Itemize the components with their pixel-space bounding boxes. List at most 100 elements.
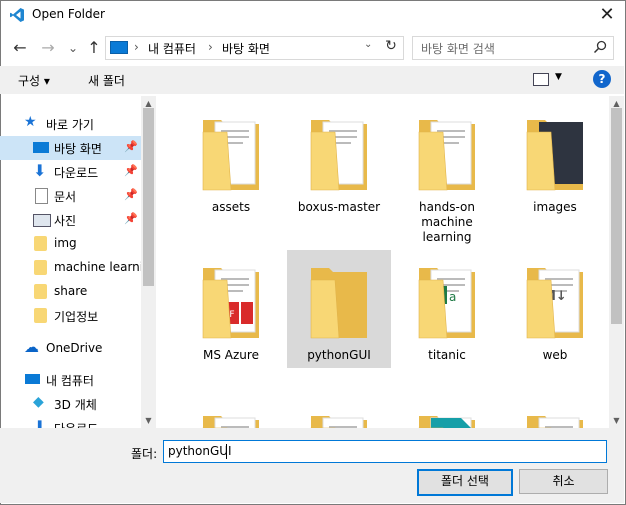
folder-item-label: hands-on machine learning xyxy=(419,200,475,244)
sidebar-item-label: 문서 xyxy=(54,190,77,204)
folder-icon xyxy=(202,120,259,191)
folder-name-input[interactable]: pythonGUI xyxy=(163,440,607,463)
folder-icon: a xyxy=(418,268,475,339)
pictures-icon xyxy=(33,214,51,227)
folder-item[interactable]: M↓ web xyxy=(503,250,607,368)
sidebar-item-3d-objects[interactable]: ◆ 3D 개체 xyxy=(0,392,141,416)
folder-item-label: web xyxy=(542,348,568,362)
up-button[interactable]: ↑ xyxy=(84,38,104,58)
folder-item[interactable]: PDF MS Azure xyxy=(179,250,283,368)
sidebar-item-pc-downloads[interactable]: ⬇ 다운로드 xyxy=(0,416,141,428)
folder-item[interactable]: Poin xyxy=(395,398,499,428)
folder-icon xyxy=(310,120,367,191)
folder-item[interactable]: boxus-master xyxy=(287,102,391,220)
back-button[interactable]: ← xyxy=(10,38,30,58)
computer-icon xyxy=(110,41,128,54)
view-options-icon[interactable] xyxy=(533,73,549,86)
sidebar-item-img[interactable]: img xyxy=(0,232,141,256)
folder-icon xyxy=(526,120,583,191)
folder-item-label: boxus-master xyxy=(297,200,381,214)
sidebar-item-label: 내 컴퓨터 xyxy=(46,374,94,388)
pin-icon[interactable]: 📌 xyxy=(124,188,138,201)
forward-button[interactable]: → xyxy=(38,38,58,58)
scroll-down-icon[interactable]: ▼ xyxy=(609,416,624,425)
folder-icon: M↓ xyxy=(526,268,583,339)
address-separator: › xyxy=(134,40,139,54)
content-scroll-thumb[interactable] xyxy=(611,108,622,324)
folder-icon xyxy=(34,284,47,299)
folder-icon xyxy=(34,236,47,251)
folder-item[interactable] xyxy=(503,398,607,428)
folder-item-label: MS Azure xyxy=(203,348,259,362)
pin-icon[interactable]: 📌 xyxy=(124,140,138,153)
address-dropdown-icon[interactable]: ⌄ xyxy=(364,39,378,50)
sidebar-item-label: OneDrive xyxy=(46,341,103,355)
window-title: Open Folder xyxy=(32,7,105,21)
address-segment-this-pc[interactable]: 내 컴퓨터 xyxy=(148,40,196,57)
sidebar-item-machine-learning[interactable]: machine learnin xyxy=(0,256,151,280)
address-segment-desktop[interactable]: 바탕 화면 xyxy=(222,40,270,57)
folder-icon: Poin xyxy=(418,416,475,428)
search-input[interactable]: 바탕 화면 검색 xyxy=(421,40,495,57)
vscode-icon xyxy=(10,8,24,22)
folder-icon xyxy=(526,416,583,428)
download-icon: ⬇ xyxy=(33,417,47,428)
refresh-icon[interactable]: ↻ xyxy=(382,38,400,54)
folder-icon xyxy=(202,416,259,428)
folder-item[interactable]: pythonGUI xyxy=(287,250,391,368)
sidebar-item-share[interactable]: share xyxy=(0,280,141,304)
star-icon: ★ xyxy=(24,114,37,130)
close-button[interactable]: ✕ xyxy=(590,0,624,30)
folder-icon: PDF xyxy=(202,268,259,339)
document-icon xyxy=(35,188,48,204)
folder-item[interactable] xyxy=(287,398,391,428)
toolbar: 구성 ▾ 새 폴더 ▼ ? xyxy=(0,66,624,94)
folder-item[interactable]: hands-on machine learning xyxy=(395,102,499,244)
sidebar-item-label: 기업정보 xyxy=(54,310,99,324)
sidebar-item-label: 다운로드 xyxy=(54,420,98,428)
help-button[interactable]: ? xyxy=(593,70,611,88)
sidebar-item-pictures[interactable]: 사진 📌 xyxy=(0,208,141,232)
folder-icon xyxy=(310,268,367,339)
sidebar-item-label: machine learnin xyxy=(54,260,151,274)
sidebar-quick-access[interactable]: ★ 바로 가기 xyxy=(0,112,141,136)
sidebar-scroll-thumb[interactable] xyxy=(143,108,154,286)
sidebar-item-onedrive[interactable]: ☁ OneDrive xyxy=(0,337,141,361)
sidebar-item-label: 3D 개체 xyxy=(54,398,97,412)
select-folder-button[interactable]: 폴더 선택 xyxy=(417,469,513,496)
folder-icon xyxy=(310,416,367,428)
sidebar-item-downloads[interactable]: ⬇ 다운로드 📌 xyxy=(0,160,141,184)
organize-button[interactable]: 구성 ▾ xyxy=(18,72,50,89)
pin-icon[interactable]: 📌 xyxy=(124,212,138,225)
folder-item[interactable]: images xyxy=(503,102,607,220)
cube-icon: ◆ xyxy=(33,394,44,410)
scroll-up-icon[interactable]: ▲ xyxy=(609,99,624,108)
scroll-up-icon[interactable]: ▲ xyxy=(141,99,156,108)
folder-item[interactable]: a titanic xyxy=(395,250,499,368)
sidebar-item-this-pc[interactable]: 내 컴퓨터 xyxy=(0,368,141,392)
address-bar[interactable]: › 내 컴퓨터 › 바탕 화면 ⌄ ↻ xyxy=(105,36,404,60)
scroll-down-icon[interactable]: ▼ xyxy=(141,416,156,425)
recent-locations-button[interactable]: ⌄ xyxy=(63,38,83,58)
pin-icon[interactable]: 📌 xyxy=(124,164,138,177)
sidebar-item-desktop[interactable]: 바탕 화면 📌 xyxy=(0,136,141,160)
address-separator: › xyxy=(208,40,213,54)
view-dropdown-icon[interactable]: ▼ xyxy=(555,72,562,82)
folder-item[interactable]: assets xyxy=(179,102,283,220)
computer-icon xyxy=(25,374,40,384)
new-folder-button[interactable]: 새 폴더 xyxy=(88,72,125,89)
navigation-pane: ★ 바로 가기 바탕 화면 📌 ⬇ 다운로드 📌 문서 📌 사진 📌 img m… xyxy=(0,96,156,428)
cancel-button[interactable]: 취소 xyxy=(519,469,608,494)
sidebar-item-label: share xyxy=(54,284,88,298)
sidebar-item-company-info[interactable]: 기업정보 xyxy=(0,304,141,328)
sidebar-item-documents[interactable]: 문서 📌 xyxy=(0,184,141,208)
folder-item[interactable] xyxy=(179,398,283,428)
title-bar: Open Folder ✕ xyxy=(0,0,624,30)
folder-name-value[interactable]: pythonGUI xyxy=(168,444,232,458)
folder-icon xyxy=(34,308,47,323)
sidebar-item-label: 바로 가기 xyxy=(46,118,94,132)
search-box[interactable]: 바탕 화면 검색 xyxy=(412,36,614,60)
folder-item-label: pythonGUI xyxy=(307,348,371,362)
folder-item-label: images xyxy=(533,200,577,214)
folder-item-label: assets xyxy=(211,200,251,214)
